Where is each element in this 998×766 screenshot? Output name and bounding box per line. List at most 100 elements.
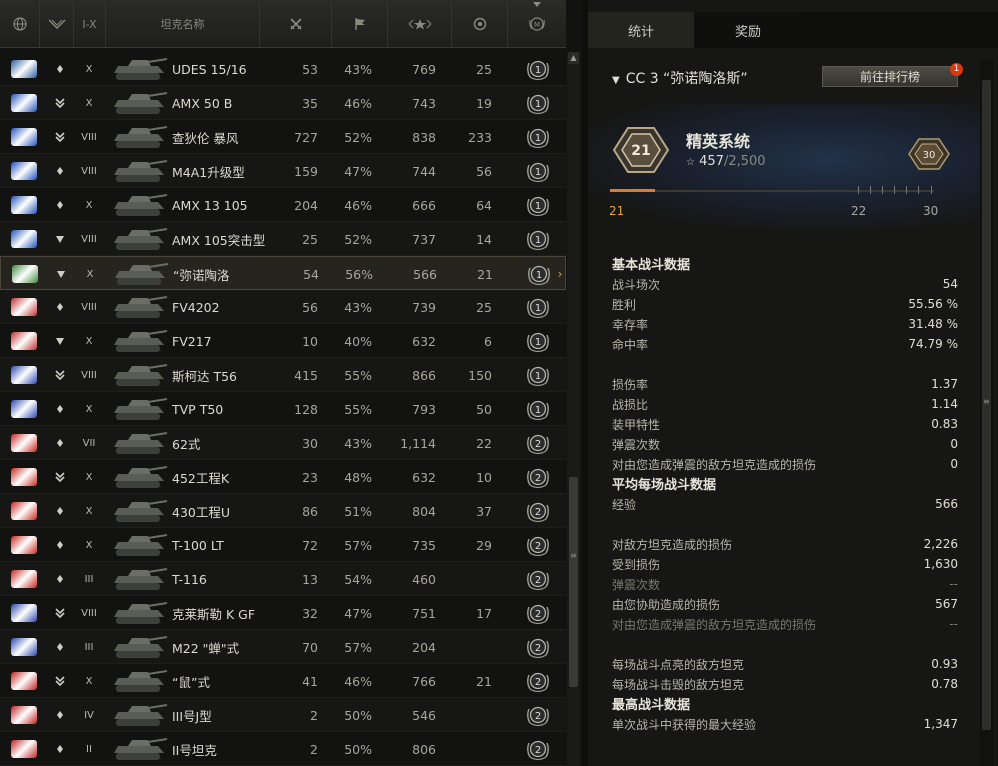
stat-label: 弹震次数 — [612, 577, 661, 592]
tank-row[interactable]: X “弥诺陶洛 54 56% 566 21 1 › — [0, 256, 566, 290]
mastery-badge-icon: 2 — [520, 426, 556, 460]
vehicle-class-icon — [49, 596, 71, 630]
tank-row[interactable]: III T-116 13 54% 460 2 — [0, 562, 566, 596]
kills-sort-header[interactable] — [452, 0, 508, 48]
nation-sort-header[interactable] — [0, 0, 40, 48]
stat-value: 55.56 % — [908, 297, 958, 311]
svg-text:2: 2 — [535, 609, 541, 620]
leaderboard-button[interactable]: 前往排行榜 — [822, 66, 958, 87]
list-scrollbar[interactable]: ▲ ≡ — [567, 52, 580, 766]
tank-battles: 72 — [302, 537, 318, 553]
tier-sort-header[interactable]: I-X — [74, 0, 106, 48]
xp-sort-header[interactable] — [388, 0, 452, 48]
tank-row[interactable]: X AMX 50 B 35 46% 743 19 1 — [0, 86, 566, 120]
nation-flag-icon — [10, 290, 38, 324]
tank-image — [111, 257, 169, 291]
tank-battles: 10 — [302, 333, 318, 349]
stat-row: 弹震次数 -- — [612, 574, 958, 594]
tank-kills: 6 — [484, 333, 492, 349]
tank-battles: 128 — [294, 401, 318, 417]
collapse-arrow-icon: ▼ — [612, 75, 620, 86]
vehicle-class-icon — [49, 222, 71, 256]
tank-avg-xp: 546 — [412, 707, 436, 723]
tank-row[interactable]: VIII FV4202 56 43% 739 25 1 — [0, 290, 566, 324]
tank-tier: II — [86, 743, 92, 755]
detail-scrollbar[interactable]: ≡ — [980, 60, 993, 766]
tank-name: M4A1升级型 — [172, 164, 245, 180]
tank-row[interactable]: X T-100 LT 72 57% 735 29 2 — [0, 528, 566, 562]
tank-image — [110, 596, 168, 630]
tank-row[interactable]: X TVP T50 128 55% 793 50 1 — [0, 392, 566, 426]
tank-win-rate: 57% — [344, 537, 372, 553]
tank-row[interactable]: VIII 查狄伦 暴风 727 52% 838 233 1 — [0, 120, 566, 154]
svg-text:2: 2 — [535, 473, 541, 484]
tank-name: T-100 LT — [172, 537, 224, 553]
mastery-badge-icon: 1 — [520, 188, 556, 222]
mastery-sort-header[interactable]: M — [508, 0, 566, 48]
nation-flag-icon — [10, 732, 38, 766]
grip-icon: ≡ — [983, 397, 990, 406]
tank-battles: 35 — [302, 95, 318, 111]
scrollbar-thumb[interactable] — [569, 477, 578, 687]
list-header: I-X 坦克名称 M — [0, 0, 566, 48]
tab-stats[interactable]: 统计 — [588, 12, 694, 48]
tank-row[interactable]: X 452工程K 23 48% 632 10 2 — [0, 460, 566, 494]
tank-row[interactable]: VIII 斯柯达 T56 415 55% 866 150 1 — [0, 358, 566, 392]
tank-row[interactable]: X AMX 13 105 204 46% 666 64 1 — [0, 188, 566, 222]
vehicle-class-icon — [49, 460, 71, 494]
stat-label: 胜利 — [612, 297, 637, 312]
nation-flag-icon — [10, 120, 38, 154]
tank-row[interactable]: VIII M4A1升级型 159 47% 744 56 1 — [0, 154, 566, 188]
tank-kills: 22 — [476, 435, 492, 451]
scroll-up-button[interactable]: ▲ — [568, 52, 579, 64]
battles-sort-header[interactable] — [260, 0, 332, 48]
vehicle-title[interactable]: ▼ CC 3 “弥诺陶洛斯” — [612, 68, 748, 88]
tab-awards[interactable]: 奖励 — [694, 12, 802, 48]
wins-sort-header[interactable] — [332, 0, 388, 48]
tank-kills — [448, 562, 492, 596]
stat-label: 战斗场次 — [612, 277, 661, 292]
tank-avg-xp: 866 — [412, 367, 436, 383]
stat-value: 0 — [950, 457, 958, 471]
notification-badge: 1 — [950, 63, 963, 76]
tank-row[interactable]: IV III号J型 2 50% 546 2 — [0, 698, 566, 732]
stat-label: 单次战斗中获得的最大经验 — [612, 717, 757, 732]
progress-tick — [894, 186, 895, 194]
tank-avg-xp: 632 — [412, 469, 436, 485]
tank-tier: X — [86, 268, 94, 280]
tank-row[interactable]: II II号坦克 2 50% 806 2 — [0, 732, 566, 766]
stat-row: 命中率 74.79 % — [612, 334, 958, 354]
tank-win-rate: 47% — [344, 163, 372, 179]
tank-win-rate: 46% — [344, 197, 372, 213]
flag-icon — [354, 18, 365, 30]
tank-row[interactable]: X UDES 15/16 53 43% 769 25 1 — [0, 52, 566, 86]
tank-battles: 159 — [294, 163, 318, 179]
svg-text:1: 1 — [536, 270, 542, 281]
name-sort-header[interactable]: 坦克名称 — [106, 0, 260, 48]
stats-section-heading: 最高战斗数据 — [612, 698, 691, 713]
tank-row[interactable]: VIII AMX 105突击型 25 52% 737 14 1 — [0, 222, 566, 256]
stat-row: 单次战斗中获得的最大经验 1,347 — [612, 714, 958, 734]
tank-name: 62式 — [172, 436, 201, 452]
tank-image — [110, 86, 168, 120]
tank-name: III号J型 — [172, 708, 212, 724]
stat-value: 1.37 — [931, 377, 958, 391]
tank-row[interactable]: VIII 克莱斯勒 K GF 32 47% 751 17 2 — [0, 596, 566, 630]
tank-image — [110, 392, 168, 426]
vehicle-class-icon — [49, 52, 71, 86]
type-sort-header[interactable] — [40, 0, 74, 48]
tank-row[interactable]: X “鼠”式 41 46% 766 21 2 — [0, 664, 566, 698]
nation-flag-icon — [10, 324, 38, 358]
nation-flag-icon — [10, 596, 38, 630]
tank-battles: 2 — [310, 741, 318, 757]
mastery-badge-icon: 2 — [520, 698, 556, 732]
tank-row[interactable]: X 430工程U 86 51% 804 37 2 — [0, 494, 566, 528]
tank-image — [110, 52, 168, 86]
tank-tier: X — [85, 505, 93, 517]
tank-row[interactable]: X FV217 10 40% 632 6 1 — [0, 324, 566, 358]
tank-battles: 13 — [302, 571, 318, 587]
vehicle-class-icon — [49, 562, 71, 596]
tank-row[interactable]: III M22 "蝉"式 70 57% 204 2 — [0, 630, 566, 664]
stat-label: 每场战斗击毁的敌方坦克 — [612, 677, 745, 692]
tank-row[interactable]: VII 62式 30 43% 1,114 22 2 — [0, 426, 566, 460]
